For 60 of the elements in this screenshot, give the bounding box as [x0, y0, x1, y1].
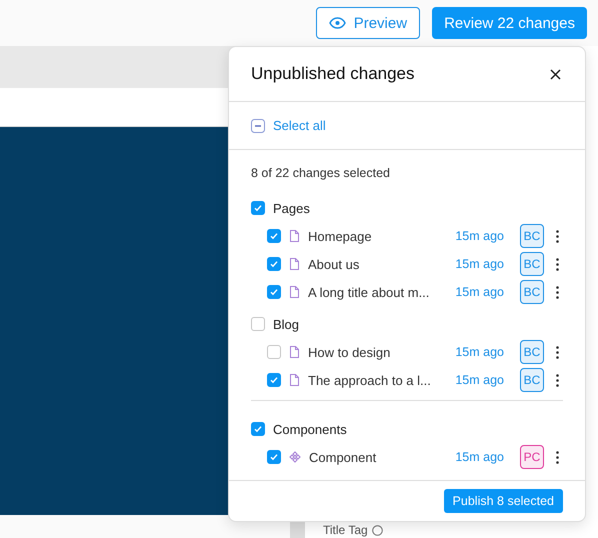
user-avatar: BC	[520, 252, 544, 276]
group-label: Pages	[273, 200, 310, 216]
help-icon	[372, 525, 383, 536]
document-icon	[289, 258, 300, 270]
change-title: A long title about m...	[308, 284, 430, 300]
document-icon	[289, 374, 300, 386]
checkbox[interactable]	[267, 450, 281, 464]
user-avatar: BC	[520, 280, 544, 304]
group-label: Blog	[273, 316, 300, 332]
check-icon	[269, 287, 279, 297]
change-title: Homepage	[308, 228, 373, 244]
document-icon	[289, 286, 300, 298]
vertical-dots-icon	[556, 450, 559, 464]
checkbox[interactable]	[267, 257, 281, 271]
review-changes-button[interactable]: Review 22 changes	[432, 7, 587, 39]
selection-summary: 8 of 22 changes selected	[251, 166, 391, 180]
user-avatar: BC	[520, 340, 544, 364]
checkbox[interactable]	[267, 285, 281, 299]
vertical-dots-icon	[556, 258, 559, 270]
change-title: The approach to a l...	[308, 372, 432, 388]
change-time: 15m ago	[455, 229, 504, 243]
diamond-cluster-icon	[289, 451, 301, 463]
user-avatar: BC	[520, 224, 544, 248]
user-avatar: BC	[520, 368, 544, 392]
panel-title: Unpublished changes	[251, 64, 415, 84]
check-icon	[253, 424, 263, 434]
checkbox[interactable]	[267, 345, 281, 359]
change-title: About us	[308, 256, 360, 272]
change-time: 15m ago	[455, 285, 504, 299]
checkbox[interactable]	[251, 422, 265, 436]
change-title: Component	[309, 450, 378, 464]
eye-icon	[328, 17, 346, 29]
select-all-link[interactable]: Select all	[273, 118, 326, 133]
change-time: 15m ago	[455, 373, 504, 387]
check-icon	[269, 375, 279, 385]
check-icon	[269, 231, 279, 241]
preview-button[interactable]: Preview	[316, 7, 420, 39]
document-icon	[289, 230, 300, 242]
check-icon	[269, 452, 279, 462]
checkbox[interactable]	[267, 373, 281, 387]
vertical-dots-icon	[556, 286, 559, 298]
change-title: How to design	[308, 344, 392, 360]
change-time: 15m ago	[455, 450, 504, 464]
change-time: 15m ago	[455, 345, 504, 359]
checkbox[interactable]	[251, 317, 265, 331]
field-label: Title Tag	[323, 524, 383, 537]
close-button[interactable]	[548, 66, 563, 82]
indeterminate-checkbox[interactable]	[251, 118, 265, 132]
check-icon	[269, 259, 279, 269]
checkbox[interactable]	[251, 201, 265, 215]
checkbox[interactable]	[267, 229, 281, 243]
change-time: 15m ago	[455, 257, 504, 271]
check-icon	[253, 203, 263, 213]
vertical-dots-icon	[556, 346, 559, 358]
vertical-dots-icon	[556, 230, 559, 242]
user-avatar: PC	[520, 445, 544, 469]
group-label: Components	[273, 422, 347, 436]
vertical-dots-icon	[556, 374, 559, 386]
document-icon	[289, 346, 300, 358]
publish-button[interactable]: Publish 8 selected	[444, 489, 563, 513]
